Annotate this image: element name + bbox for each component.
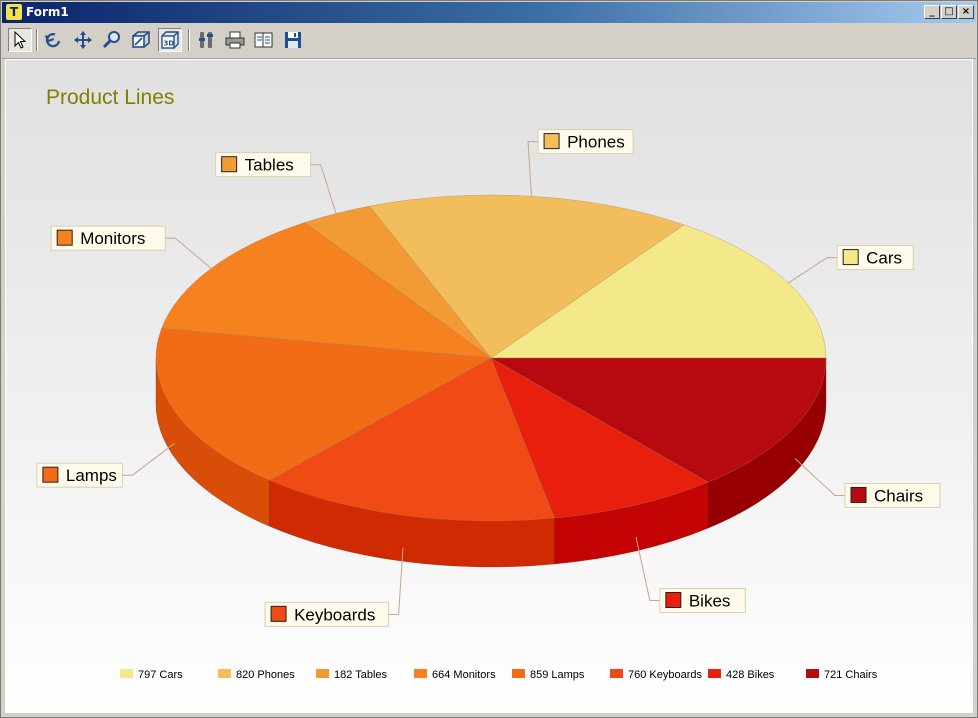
legend-item-chairs: 721 Chairs: [806, 669, 878, 681]
legend-item-monitors: 664 Monitors: [414, 669, 496, 681]
mark-label-swatch: [842, 249, 859, 266]
mark-label-text: Tables: [245, 156, 294, 175]
label-leader-line: [165, 237, 212, 269]
mark-label-bikes: Bikes: [659, 588, 746, 614]
legend-label: 721 Chairs: [824, 669, 878, 681]
rotate-button[interactable]: [42, 28, 66, 52]
mark-label-keyboards: Keyboards: [264, 601, 390, 627]
legend-label: 182 Tables: [334, 669, 388, 681]
mark-label-text: Monitors: [80, 229, 145, 248]
zoom-button[interactable]: [100, 28, 124, 52]
legend-label: 664 Monitors: [432, 669, 496, 681]
chart-area: Product Lines Cars Phones Tables Monitors La…: [5, 59, 973, 713]
mark-label-text: Keyboards: [294, 605, 375, 624]
depth-icon: [132, 31, 150, 48]
toolbar-separator: [188, 29, 190, 51]
close-button[interactable]: ×: [958, 5, 974, 19]
label-leader-line: [527, 141, 539, 197]
mark-label-swatch: [665, 592, 682, 609]
legend-item-bikes: 428 Bikes: [708, 669, 775, 681]
app-window: T Form1 _ □ × 3D Product Lines Cars Phon…: [0, 0, 978, 718]
print-icon: [225, 31, 245, 49]
move-button[interactable]: [71, 28, 95, 52]
save-button[interactable]: [281, 28, 305, 52]
save-icon: [285, 32, 301, 48]
legend-swatch: [708, 669, 721, 678]
chart-legend: 797 Cars 820 Phones 182 Tables 664 Monitors…: [120, 669, 878, 681]
zoom-icon: [102, 31, 120, 49]
legend-label: 820 Phones: [236, 669, 295, 681]
mark-label-tables: Tables: [215, 152, 312, 178]
mark-label-text: Lamps: [66, 466, 117, 485]
3d-icon: 3D: [161, 31, 179, 49]
pointer-icon: [14, 30, 27, 49]
legend-swatch: [120, 669, 133, 678]
mark-label-cars: Cars: [836, 245, 914, 271]
mark-label-text: Phones: [567, 133, 625, 152]
legend-swatch: [610, 669, 623, 678]
legend-label: 428 Bikes: [726, 669, 775, 681]
mark-label-lamps: Lamps: [36, 462, 123, 488]
label-leader-line: [310, 164, 337, 214]
legend-label: 797 Cars: [138, 669, 183, 681]
svg-text:3D: 3D: [164, 40, 175, 48]
label-leader-line: [122, 443, 175, 476]
maximize-button[interactable]: □: [941, 5, 957, 19]
legend-label: 760 Keyboards: [628, 669, 702, 681]
mark-label-swatch: [270, 605, 287, 622]
rotate-icon: [44, 33, 61, 48]
pointer-button[interactable]: [8, 28, 32, 52]
mark-label-chairs: Chairs: [844, 482, 941, 508]
label-leader-line: [788, 257, 838, 284]
legend-swatch: [218, 669, 231, 678]
legend-item-lamps: 859 Lamps: [512, 669, 585, 681]
legend-swatch: [316, 669, 329, 678]
toolbar-separator: [36, 29, 38, 51]
mark-label-swatch: [221, 156, 238, 173]
mark-label-monitors: Monitors: [50, 225, 166, 251]
legend-item-keyboards: 760 Keyboards: [610, 669, 702, 681]
mark-label-text: Chairs: [874, 486, 923, 505]
depth-button[interactable]: [129, 28, 153, 52]
legend-item-phones: 820 Phones: [218, 669, 295, 681]
minimize-button[interactable]: _: [924, 5, 940, 19]
copy-icon: [254, 32, 273, 48]
mark-label-text: Bikes: [689, 592, 731, 611]
edit-button[interactable]: [194, 28, 218, 52]
print-button[interactable]: [223, 28, 247, 52]
mark-label-text: Cars: [866, 249, 902, 268]
legend-swatch: [512, 669, 525, 678]
legend-item-tables: 182 Tables: [316, 669, 388, 681]
pie-chart: Cars Phones Tables Monitors Lamps Keyboards Bi…: [36, 129, 941, 681]
pie-slices: [155, 194, 827, 522]
edit-icon: [199, 32, 213, 48]
copy-button[interactable]: [252, 28, 276, 52]
mark-label-swatch: [850, 486, 867, 503]
legend-swatch: [414, 669, 427, 678]
window-title: Form1: [26, 5, 69, 19]
mark-label-swatch: [56, 229, 73, 246]
mark-label-swatch: [543, 133, 560, 150]
legend-swatch: [806, 669, 819, 678]
mark-label-swatch: [42, 466, 59, 483]
app-icon: T: [6, 4, 22, 20]
mark-label-phones: Phones: [537, 129, 634, 155]
move-icon: [74, 31, 92, 49]
toolbar: 3D: [2, 24, 976, 59]
3d-button[interactable]: 3D: [158, 28, 182, 52]
title-bar[interactable]: T Form1 _ □ ×: [2, 2, 976, 23]
legend-label: 859 Lamps: [530, 669, 585, 681]
legend-item-cars: 797 Cars: [120, 669, 183, 681]
